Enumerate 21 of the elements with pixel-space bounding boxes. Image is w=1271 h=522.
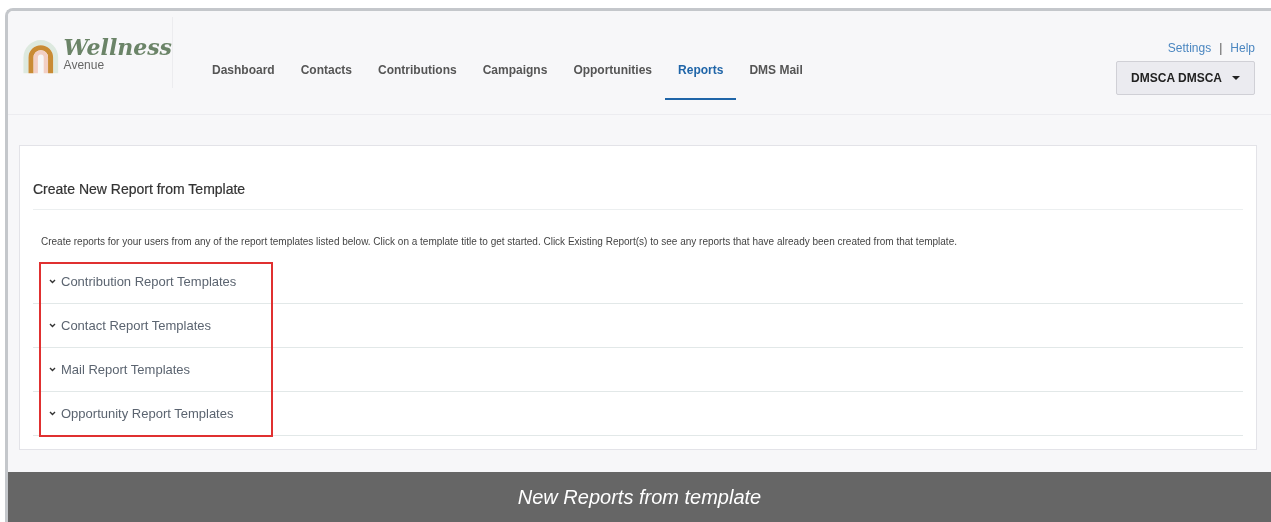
accordion-item[interactable]: Contribution Report Templates: [33, 260, 1243, 304]
nav-tab[interactable]: Campaigns: [469, 55, 561, 100]
nav-tab[interactable]: Opportunities: [560, 55, 666, 100]
logo-subtitle: Avenue: [63, 58, 106, 72]
nav-tab[interactable]: Reports: [665, 55, 737, 100]
card-title: Create New Report from Template: [33, 172, 1243, 210]
caret-icon: [1232, 76, 1240, 80]
header-link[interactable]: Settings: [1167, 41, 1212, 55]
nav-tab[interactable]: Contacts: [287, 55, 366, 100]
header-link[interactable]: Help: [1230, 41, 1255, 55]
logo-title: Wellness: [63, 36, 172, 58]
nav-tab[interactable]: Contributions: [365, 55, 470, 100]
user-menu-button[interactable]: DMSCA DMSCA: [1116, 61, 1255, 95]
accordion-item[interactable]: Contact Report Templates: [33, 304, 1243, 348]
accordion-item[interactable]: Mail Report Templates: [33, 348, 1243, 392]
caption-text: New Reports from template: [517, 485, 762, 509]
description-text: Create reports for your users from any of the report templates listed below. Click on a template title to get started. Click Existing Report(s) to see any reports that have already been created from that template.: [40, 235, 958, 249]
accordion-item[interactable]: Opportunity Report Templates: [33, 392, 1243, 436]
separator: |: [1219, 41, 1223, 55]
nav-tab[interactable]: Dashboard: [199, 55, 288, 100]
nav-tab[interactable]: DMS Mail: [736, 55, 816, 100]
